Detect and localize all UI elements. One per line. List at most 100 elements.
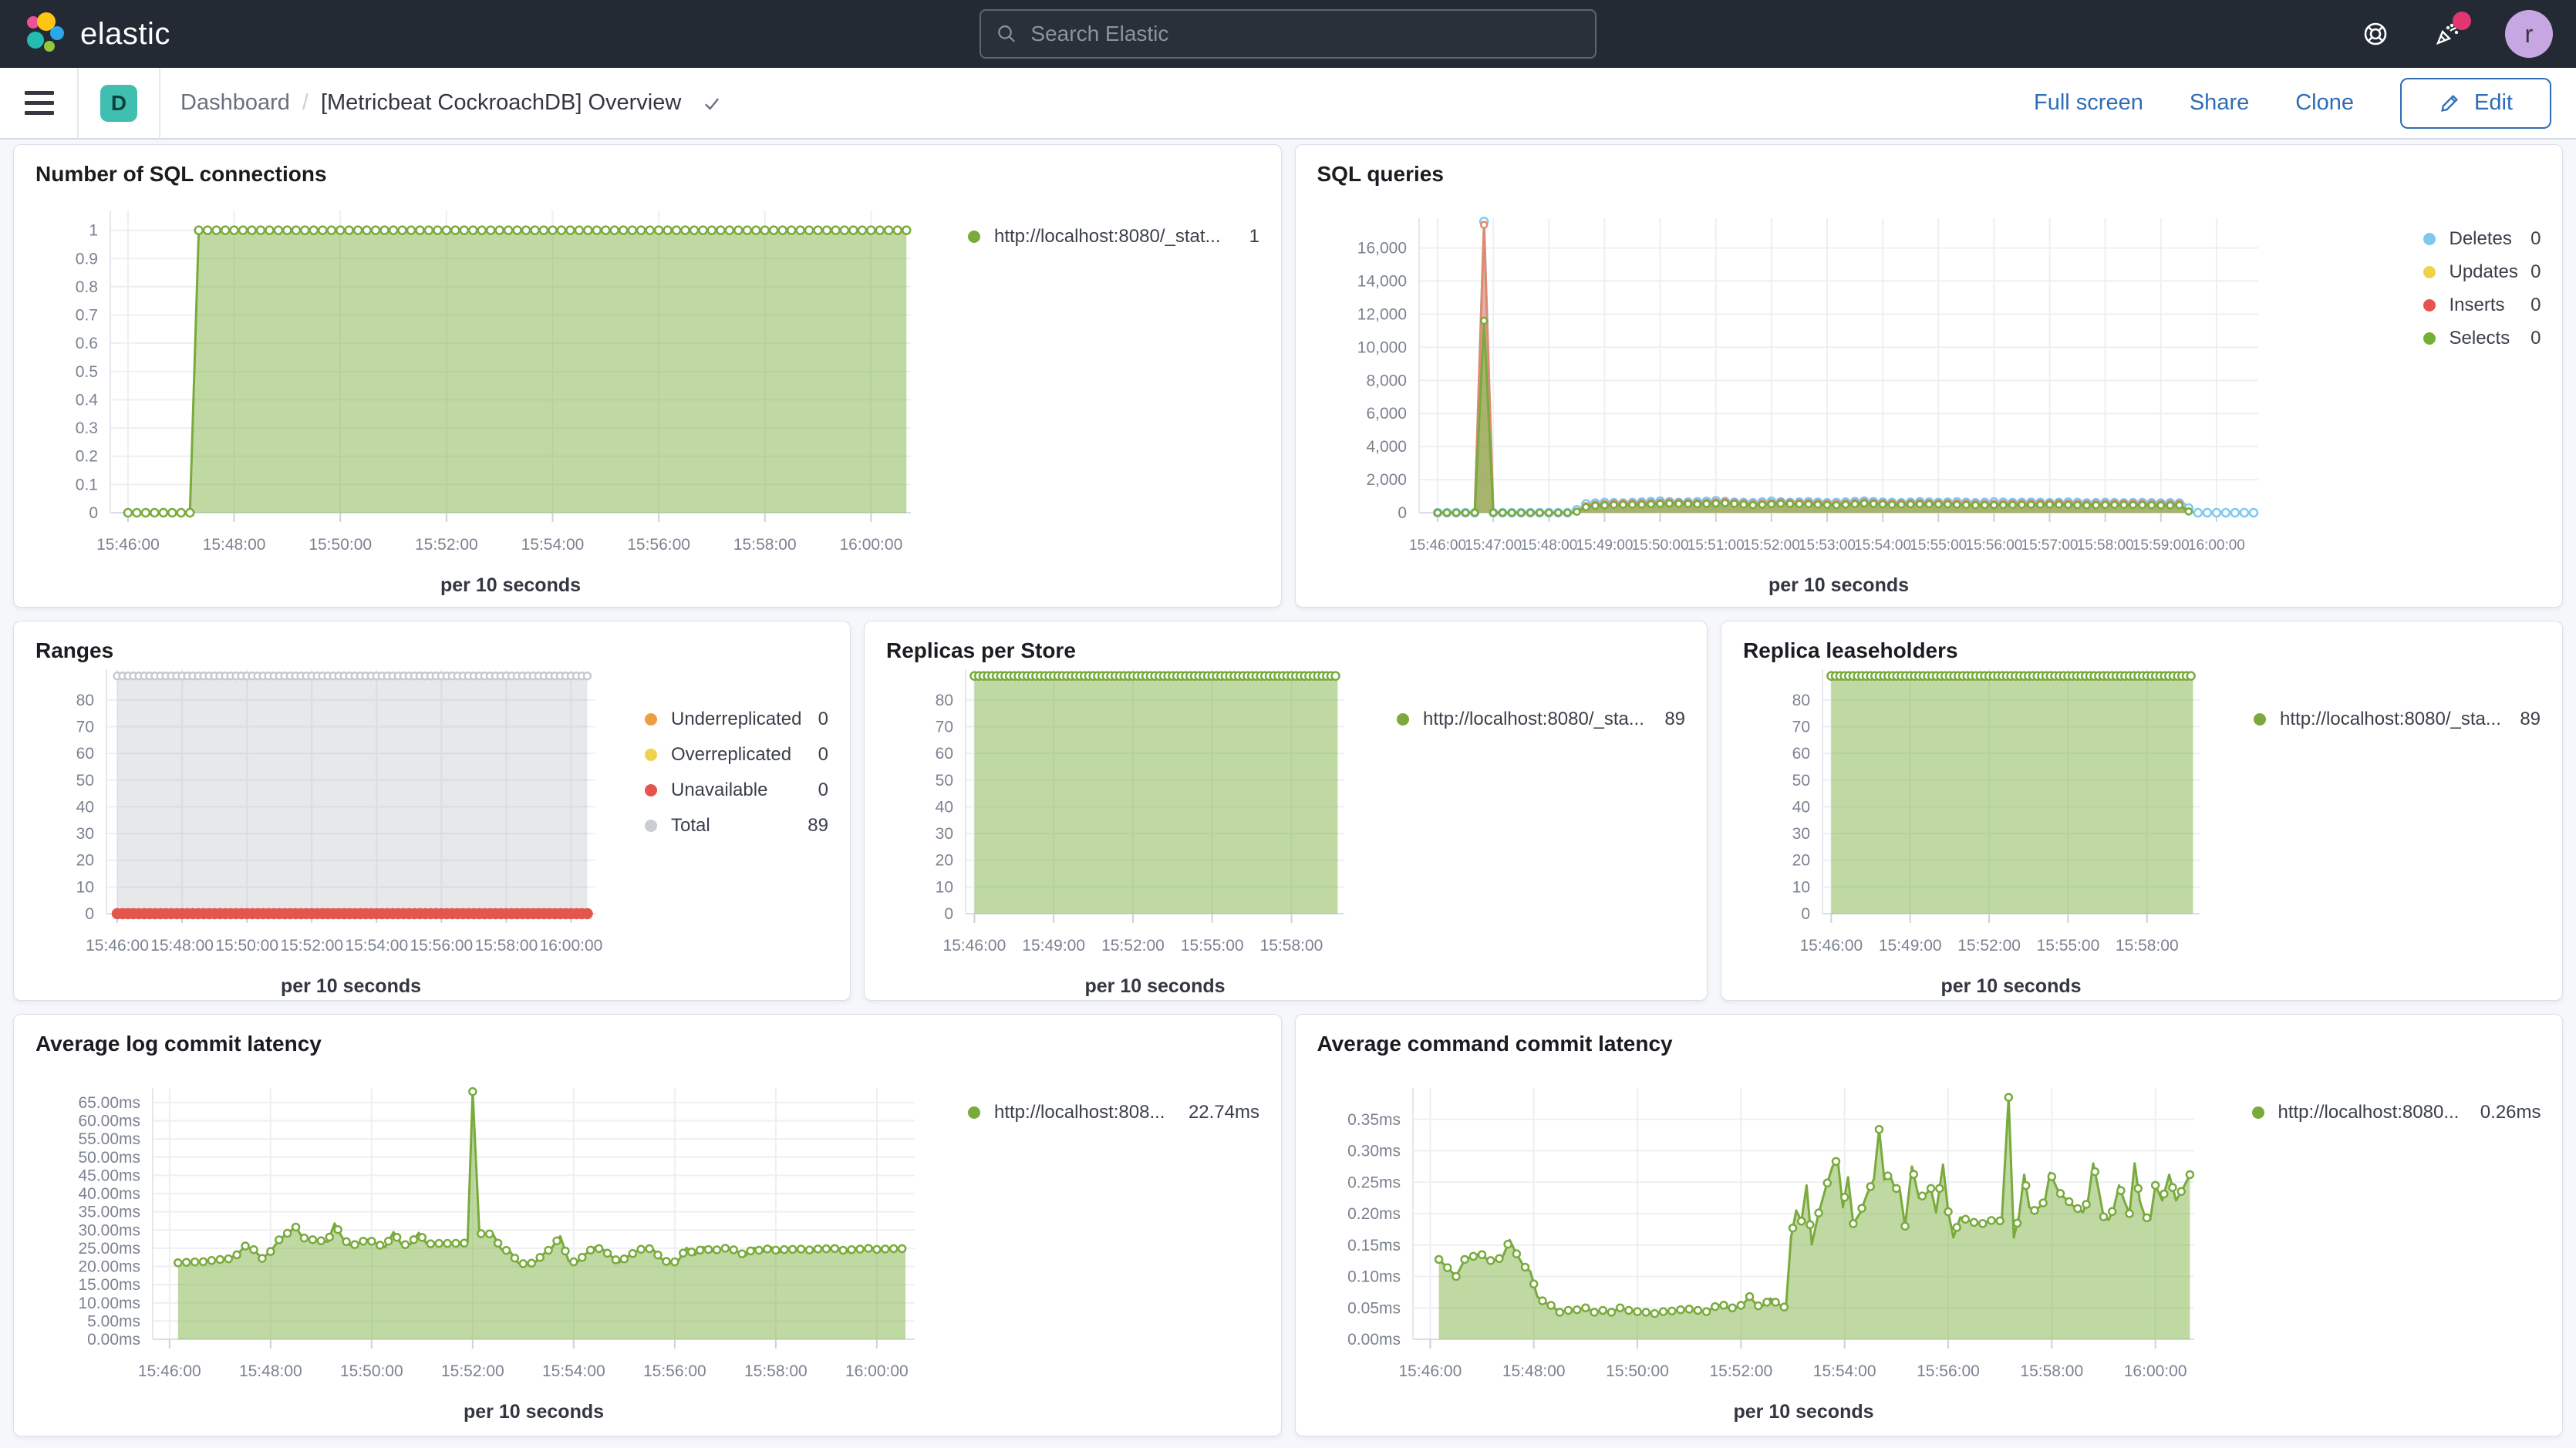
legend-item[interactable]: http://localhost:8080/_sta...89 <box>1397 702 1685 737</box>
legend-item[interactable]: Deletes0 <box>2423 222 2541 255</box>
chart-canvas[interactable]: 15:46:0015:48:0015:50:0015:52:0015:54:00… <box>14 145 1281 607</box>
legend-value: 0.26ms <box>2470 1102 2541 1123</box>
legend-swatch <box>2252 1106 2264 1119</box>
chart-replica-leaseholders[interactable]: 15:46:0015:49:0015:52:0015:55:0015:58:00… <box>1721 621 2562 1000</box>
svg-text:0.6: 0.6 <box>76 335 98 352</box>
chart-canvas[interactable]: 15:46:0015:49:0015:52:0015:55:0015:58:00… <box>1721 621 2562 1000</box>
legend-item[interactable]: http://localhost:8080/_stat...1 <box>968 219 1259 254</box>
edit-button[interactable]: Edit <box>2400 78 2551 129</box>
legend-value: 0 <box>808 744 828 766</box>
legend-item[interactable]: Updates0 <box>2423 255 2541 288</box>
svg-text:10.00ms: 10.00ms <box>78 1295 140 1312</box>
legend-swatch <box>2423 332 2436 345</box>
panel-title[interactable]: Replica leaseholders <box>1743 638 1958 663</box>
legend-item[interactable]: http://localhost:8080...0.26ms <box>2252 1095 2541 1130</box>
svg-text:15:53:00: 15:53:00 <box>1798 537 1855 554</box>
search-input[interactable] <box>1029 21 1580 47</box>
svg-text:15:46:00: 15:46:00 <box>96 536 160 554</box>
svg-text:15:58:00: 15:58:00 <box>475 937 538 955</box>
panel-title[interactable]: SQL queries <box>1317 162 1444 187</box>
chart-canvas[interactable]: 15:46:0015:48:0015:50:0015:52:0015:54:00… <box>14 1015 1281 1436</box>
legend-item[interactable]: Total89 <box>645 808 828 844</box>
svg-text:0.8: 0.8 <box>76 278 98 296</box>
pencil-icon <box>2439 93 2460 114</box>
chart-sql-queries[interactable]: 15:46:0015:47:0015:48:0015:49:0015:50:00… <box>1296 145 2563 607</box>
panel-replicas-per-store: Replicas per Store 15:46:0015:49:0015:52… <box>864 621 1708 1001</box>
svg-text:45.00ms: 45.00ms <box>78 1167 140 1184</box>
clone-button[interactable]: Clone <box>2295 90 2354 116</box>
full-screen-button[interactable]: Full screen <box>2034 90 2143 116</box>
global-search[interactable] <box>979 9 1597 59</box>
share-button[interactable]: Share <box>2190 90 2249 116</box>
panel-title[interactable]: Replicas per Store <box>886 638 1076 663</box>
svg-text:0.30ms: 0.30ms <box>1347 1143 1401 1160</box>
chart-replicas-per-store[interactable]: 15:46:0015:49:0015:52:0015:55:0015:58:00… <box>865 621 1707 1000</box>
legend-item[interactable]: http://localhost:8080/_sta...89 <box>2254 702 2541 737</box>
chart-command-commit-latency[interactable]: 15:46:0015:48:0015:50:0015:52:0015:54:00… <box>1296 1015 2563 1436</box>
chart-ranges[interactable]: 15:46:0015:48:0015:50:0015:52:0015:54:00… <box>14 621 850 1000</box>
svg-text:15:54:00: 15:54:00 <box>521 536 585 554</box>
legend-swatch <box>1397 713 1409 726</box>
chart-log-commit-latency[interactable]: 15:46:0015:48:0015:50:0015:52:0015:54:00… <box>14 1015 1281 1436</box>
svg-text:0.2: 0.2 <box>76 448 98 466</box>
svg-text:10,000: 10,000 <box>1357 338 1406 356</box>
space-badge[interactable]: D <box>100 85 137 122</box>
svg-text:0.7: 0.7 <box>76 307 98 325</box>
svg-text:5.00ms: 5.00ms <box>87 1312 140 1330</box>
legend-item[interactable]: Selects0 <box>2423 322 2541 355</box>
svg-text:0.15ms: 0.15ms <box>1347 1237 1401 1254</box>
menu-button[interactable] <box>25 91 54 115</box>
legend-item[interactable]: Unavailable0 <box>645 773 828 808</box>
svg-text:15:52:00: 15:52:00 <box>1101 937 1165 955</box>
svg-text:40: 40 <box>936 798 953 816</box>
legend-item[interactable]: Inserts0 <box>2423 288 2541 322</box>
legend-value: 0 <box>2520 261 2541 283</box>
elastic-logo[interactable]: elastic <box>23 12 170 56</box>
legend-swatch <box>2423 233 2436 245</box>
legend-label: Underreplicated <box>671 709 801 730</box>
svg-text:15:48:00: 15:48:00 <box>203 536 266 554</box>
panel-replica-leaseholders: Replica leaseholders 15:46:0015:49:0015:… <box>1721 621 2563 1001</box>
svg-text:10: 10 <box>1792 878 1810 896</box>
svg-text:70: 70 <box>936 718 953 736</box>
svg-text:2,000: 2,000 <box>1366 471 1407 489</box>
svg-text:0.1: 0.1 <box>76 476 98 493</box>
svg-text:15:49:00: 15:49:00 <box>1022 937 1085 955</box>
user-avatar[interactable]: r <box>2505 10 2553 58</box>
svg-text:15:55:00: 15:55:00 <box>1181 937 1244 955</box>
breadcrumb-dashboard[interactable]: Dashboard <box>180 90 290 116</box>
page-title[interactable]: [Metricbeat CockroachDB] Overview <box>321 90 681 116</box>
chart-legend: http://localhost:8080/_sta...89 <box>1397 702 1685 737</box>
panel-title[interactable]: Average command commit latency <box>1317 1032 1673 1056</box>
svg-text:15:54:00: 15:54:00 <box>542 1362 605 1380</box>
panel-title[interactable]: Ranges <box>35 638 113 663</box>
chart-legend: http://localhost:8080/_stat...1 <box>968 219 1259 254</box>
svg-text:15:55:00: 15:55:00 <box>1910 537 1967 554</box>
panel-title[interactable]: Average log commit latency <box>35 1032 322 1056</box>
dashboard-grid: Number of SQL connections 15:46:0015:48:… <box>0 140 2576 1436</box>
notification-badge <box>2453 12 2471 30</box>
svg-text:16:00:00: 16:00:00 <box>2187 537 2244 554</box>
svg-text:0.5: 0.5 <box>76 363 98 381</box>
chart-canvas[interactable]: 15:46:0015:49:0015:52:0015:55:0015:58:00… <box>865 621 1707 1000</box>
chart-sql-connections[interactable]: 15:46:0015:48:0015:50:0015:52:0015:54:00… <box>14 145 1281 607</box>
chart-canvas[interactable]: 15:46:0015:47:0015:48:0015:49:0015:50:00… <box>1296 145 2563 607</box>
svg-text:16:00:00: 16:00:00 <box>2123 1362 2187 1380</box>
whats-new-button[interactable] <box>2433 19 2462 49</box>
chart-canvas[interactable]: 15:46:0015:48:0015:50:0015:52:0015:54:00… <box>1296 1015 2563 1436</box>
legend-item[interactable]: http://localhost:808...22.74ms <box>968 1095 1259 1130</box>
svg-text:0.00ms: 0.00ms <box>1347 1331 1401 1349</box>
panel-title[interactable]: Number of SQL connections <box>35 162 327 187</box>
title-menu-icon[interactable] <box>701 93 723 114</box>
svg-text:70: 70 <box>76 718 94 736</box>
legend-label: Deletes <box>2450 228 2512 250</box>
svg-text:50: 50 <box>76 772 94 790</box>
svg-text:4,000: 4,000 <box>1366 438 1407 456</box>
legend-item[interactable]: Overreplicated0 <box>645 737 828 773</box>
help-button[interactable] <box>2362 20 2389 48</box>
svg-text:per 10 seconds: per 10 seconds <box>464 1401 604 1423</box>
search-icon <box>996 23 1017 45</box>
legend-item[interactable]: Underreplicated0 <box>645 702 828 737</box>
svg-text:70: 70 <box>1792 718 1810 736</box>
svg-text:15:54:00: 15:54:00 <box>1812 1362 1876 1380</box>
